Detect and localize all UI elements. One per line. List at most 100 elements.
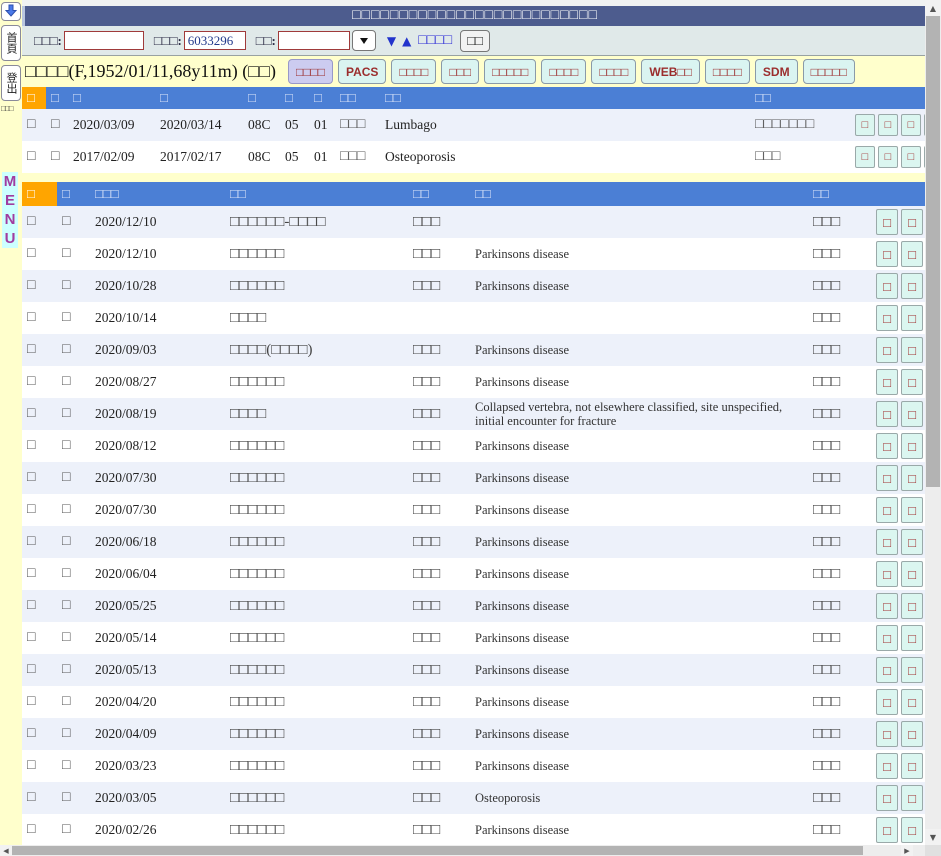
row-edit-box[interactable]: □ [57,374,90,390]
record-action-button-1[interactable]: □ [876,369,898,395]
row-edit-box[interactable]: □ [57,502,90,518]
row-edit-box[interactable]: □ [57,438,90,454]
row-edit-box[interactable]: □ [57,566,90,582]
horizontal-scrollbar[interactable]: ◀ ▶ [0,845,925,856]
diagnosis-action-button-3[interactable]: □ [901,114,921,136]
record-action-button-2[interactable]: □ [901,497,923,523]
row-edit-box[interactable]: □ [57,246,90,262]
row-select-box[interactable]: □ [22,822,57,838]
row-select-box[interactable]: □ [22,694,57,710]
vertical-scroll-thumb[interactable] [926,16,940,487]
patient-action-button-9[interactable]: □□□□ [705,59,750,84]
sort-descending-icon[interactable]: ▼ [387,34,396,48]
patient-action-button-8[interactable]: WEB□□ [641,59,700,84]
row-edit-box[interactable]: □ [57,278,90,294]
search-field1-input[interactable] [64,31,144,50]
menu-tab[interactable]: MENU [2,172,18,248]
row-edit-box[interactable]: □ [57,310,90,326]
row-select-box[interactable]: □ [22,598,57,614]
row-select-box[interactable]: □ [22,438,57,454]
record-action-button-2[interactable]: □ [901,529,923,555]
row-select-box[interactable]: □ [22,278,57,294]
record-action-button-1[interactable]: □ [876,433,898,459]
row-edit-box[interactable]: □ [57,534,90,550]
home-button[interactable]: 首頁 [1,25,21,61]
row-select-box[interactable]: □ [22,790,57,806]
record-action-button-2[interactable]: □ [901,273,923,299]
diagnosis-action-button-3[interactable]: □ [901,146,921,168]
patient-action-button-11[interactable]: □□□□□ [803,59,855,84]
row-select-box[interactable]: □ [22,214,57,230]
record-action-button-1[interactable]: □ [876,241,898,267]
record-action-button-2[interactable]: □ [901,305,923,331]
row-select-box[interactable]: □ [22,406,57,422]
record-action-button-1[interactable]: □ [876,625,898,651]
row-edit-box[interactable]: □ [57,630,90,646]
collapse-sidebar-button[interactable] [1,2,21,21]
patient-action-button-3[interactable]: □□□□ [391,59,436,84]
row-edit-box[interactable]: □ [46,149,68,165]
record-action-button-2[interactable]: □ [901,785,923,811]
patient-action-button-2[interactable]: PACS [338,59,386,84]
record-action-button-1[interactable]: □ [876,721,898,747]
search-option-link[interactable]: □□□□ [418,33,452,49]
sort-ascending-icon[interactable]: ▲ [402,34,411,48]
logout-button[interactable]: 登出 [1,65,21,101]
record-action-button-1[interactable]: □ [876,817,898,843]
row-edit-box[interactable]: □ [57,470,90,486]
record-action-button-2[interactable]: □ [901,657,923,683]
record-action-button-1[interactable]: □ [876,497,898,523]
row-select-box[interactable]: □ [22,726,57,742]
record-action-button-1[interactable]: □ [876,593,898,619]
row-select-box[interactable]: □ [22,342,57,358]
record-action-button-2[interactable]: □ [901,433,923,459]
row-edit-box[interactable]: □ [57,694,90,710]
filter-select[interactable] [278,30,376,51]
scroll-left-icon[interactable]: ◀ [0,845,12,856]
row-select-box[interactable]: □ [22,246,57,262]
record-action-button-2[interactable]: □ [901,753,923,779]
diagnosis-action-button-1[interactable]: □ [855,114,875,136]
row-select-box[interactable]: □ [22,374,57,390]
record-action-button-2[interactable]: □ [901,625,923,651]
row-select-box[interactable]: □ [22,630,57,646]
row-select-box[interactable]: □ [22,566,57,582]
dropdown-button[interactable] [352,30,376,51]
record-action-button-2[interactable]: □ [901,401,923,427]
row-select-box[interactable]: □ [22,149,46,165]
diagnosis-action-button-2[interactable]: □ [878,114,898,136]
patient-action-button-5[interactable]: □□□□□ [484,59,536,84]
record-action-button-2[interactable]: □ [901,817,923,843]
row-edit-box[interactable]: □ [57,342,90,358]
patient-action-button-4[interactable]: □□□ [441,59,479,84]
row-edit-box[interactable]: □ [57,214,90,230]
row-select-box[interactable]: □ [22,662,57,678]
row-edit-box[interactable]: □ [46,117,68,133]
record-action-button-1[interactable]: □ [876,465,898,491]
record-action-button-2[interactable]: □ [901,369,923,395]
record-action-button-1[interactable]: □ [876,529,898,555]
diagnosis-action-button-1[interactable]: □ [855,146,875,168]
record-action-button-1[interactable]: □ [876,785,898,811]
record-action-button-2[interactable]: □ [901,561,923,587]
record-action-button-1[interactable]: □ [876,689,898,715]
search-button[interactable]: □□ [460,30,490,52]
row-select-box[interactable]: □ [22,470,57,486]
patient-action-button-6[interactable]: □□□□ [541,59,586,84]
patient-action-button-10[interactable]: SDM [755,59,798,84]
row-edit-box[interactable]: □ [57,822,90,838]
row-edit-box[interactable]: □ [57,662,90,678]
record-action-button-2[interactable]: □ [901,209,923,235]
record-action-button-1[interactable]: □ [876,337,898,363]
record-action-button-1[interactable]: □ [876,305,898,331]
vertical-scrollbar[interactable]: ▲ ▼ [925,0,941,845]
row-edit-box[interactable]: □ [57,790,90,806]
row-edit-box[interactable]: □ [57,726,90,742]
record-action-button-2[interactable]: □ [901,465,923,491]
record-action-button-1[interactable]: □ [876,401,898,427]
scroll-down-icon[interactable]: ▼ [925,829,941,845]
row-select-box[interactable]: □ [22,310,57,326]
row-select-box[interactable]: □ [22,117,46,133]
record-action-button-1[interactable]: □ [876,209,898,235]
horizontal-scroll-thumb[interactable] [12,846,863,855]
